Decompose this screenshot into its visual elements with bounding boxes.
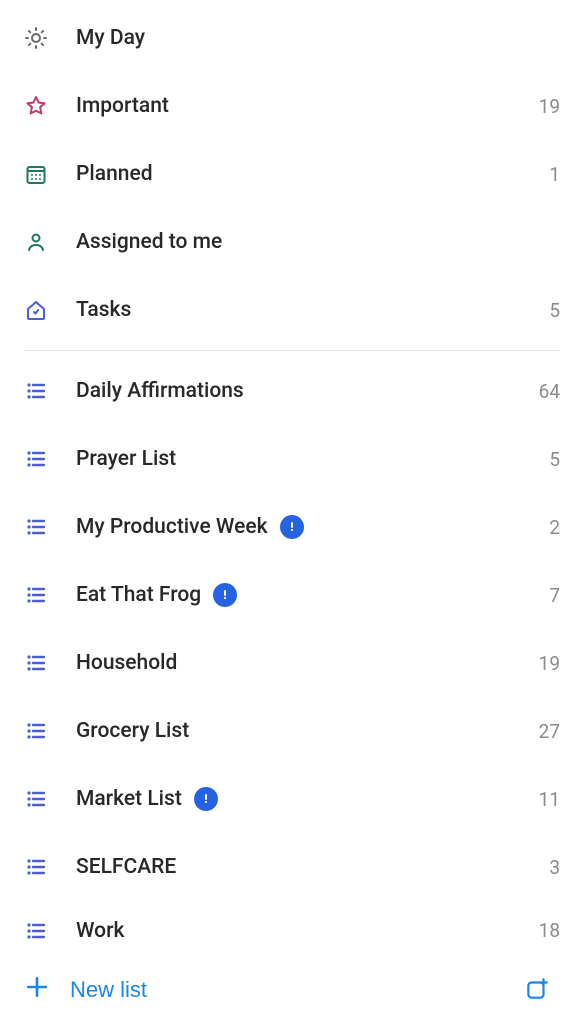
user-list-count: 19 (530, 652, 560, 675)
user-list-count: 3 (530, 856, 560, 879)
user-list-count: 2 (530, 516, 560, 539)
smart-list-count: 19 (530, 95, 560, 118)
calendar-icon (24, 162, 76, 186)
user-list-label: My Productive Week (76, 515, 530, 539)
user-list-item[interactable]: Work 18 (0, 901, 584, 943)
smart-list-label: My Day (76, 26, 530, 50)
shared-icon (280, 515, 304, 539)
user-list-item[interactable]: Prayer List 5 (0, 425, 584, 493)
user-list-count: 27 (530, 720, 560, 743)
list-icon (24, 379, 76, 403)
user-list-item[interactable]: Grocery List 27 (0, 697, 584, 765)
smart-list-tasks[interactable]: Tasks 5 (0, 276, 584, 344)
smart-list-count: 1 (530, 163, 560, 186)
user-list-item[interactable]: Market List 11 (0, 765, 584, 833)
smart-list-planned[interactable]: Planned 1 (0, 140, 584, 208)
sun-icon (24, 26, 76, 50)
list-scroll-area: My Day Important 19 Planned 1 Assigned t… (0, 0, 584, 956)
list-icon (24, 919, 76, 943)
list-icon (24, 583, 76, 607)
user-list-item[interactable]: SELFCARE 3 (0, 833, 584, 901)
section-divider (24, 350, 560, 351)
user-list-label: Prayer List (76, 447, 530, 471)
user-list-item[interactable]: Household 19 (0, 629, 584, 697)
user-list-label: Eat That Frog (76, 583, 530, 607)
list-icon (24, 651, 76, 675)
smart-list-assigned[interactable]: Assigned to me (0, 208, 584, 276)
smart-list-label: Tasks (76, 298, 530, 322)
list-icon (24, 447, 76, 471)
smart-list-label: Planned (76, 162, 530, 186)
user-list-label: Household (76, 651, 530, 675)
user-list-item[interactable]: Eat That Frog 7 (0, 561, 584, 629)
list-icon (24, 787, 76, 811)
home-icon (24, 298, 76, 322)
app-root: My Day Important 19 Planned 1 Assigned t… (0, 0, 584, 1024)
user-list-label: Grocery List (76, 719, 530, 743)
user-list-label: SELFCARE (76, 855, 530, 879)
smart-list-label: Important (76, 94, 530, 118)
person-icon (24, 230, 76, 254)
shared-icon (213, 583, 237, 607)
smart-list-label: Assigned to me (76, 230, 530, 254)
user-list-count: 7 (530, 584, 560, 607)
smart-list-important[interactable]: Important 19 (0, 72, 584, 140)
user-list-item[interactable]: Daily Affirmations 64 (0, 357, 584, 425)
user-list-count: 64 (530, 380, 560, 403)
user-list-count: 5 (530, 448, 560, 471)
shared-icon (194, 787, 218, 811)
list-icon (24, 515, 76, 539)
smart-list-count: 5 (530, 299, 560, 322)
new-list-button[interactable]: New list (24, 964, 514, 1016)
add-group-icon (524, 990, 550, 1005)
list-icon (24, 855, 76, 879)
user-list-count: 11 (530, 788, 560, 811)
new-list-label: New list (70, 977, 147, 1003)
smart-list-my-day[interactable]: My Day (0, 4, 584, 72)
list-icon (24, 719, 76, 743)
star-icon (24, 94, 76, 118)
add-group-button[interactable] (514, 966, 560, 1015)
user-list-count: 18 (530, 919, 560, 942)
user-list-label: Market List (76, 787, 530, 811)
user-list-label: Daily Affirmations (76, 379, 530, 403)
user-list-item[interactable]: My Productive Week 2 (0, 493, 584, 561)
user-list-label: Work (76, 919, 530, 943)
bottom-bar: New list (0, 956, 584, 1024)
plus-icon (24, 974, 50, 1006)
